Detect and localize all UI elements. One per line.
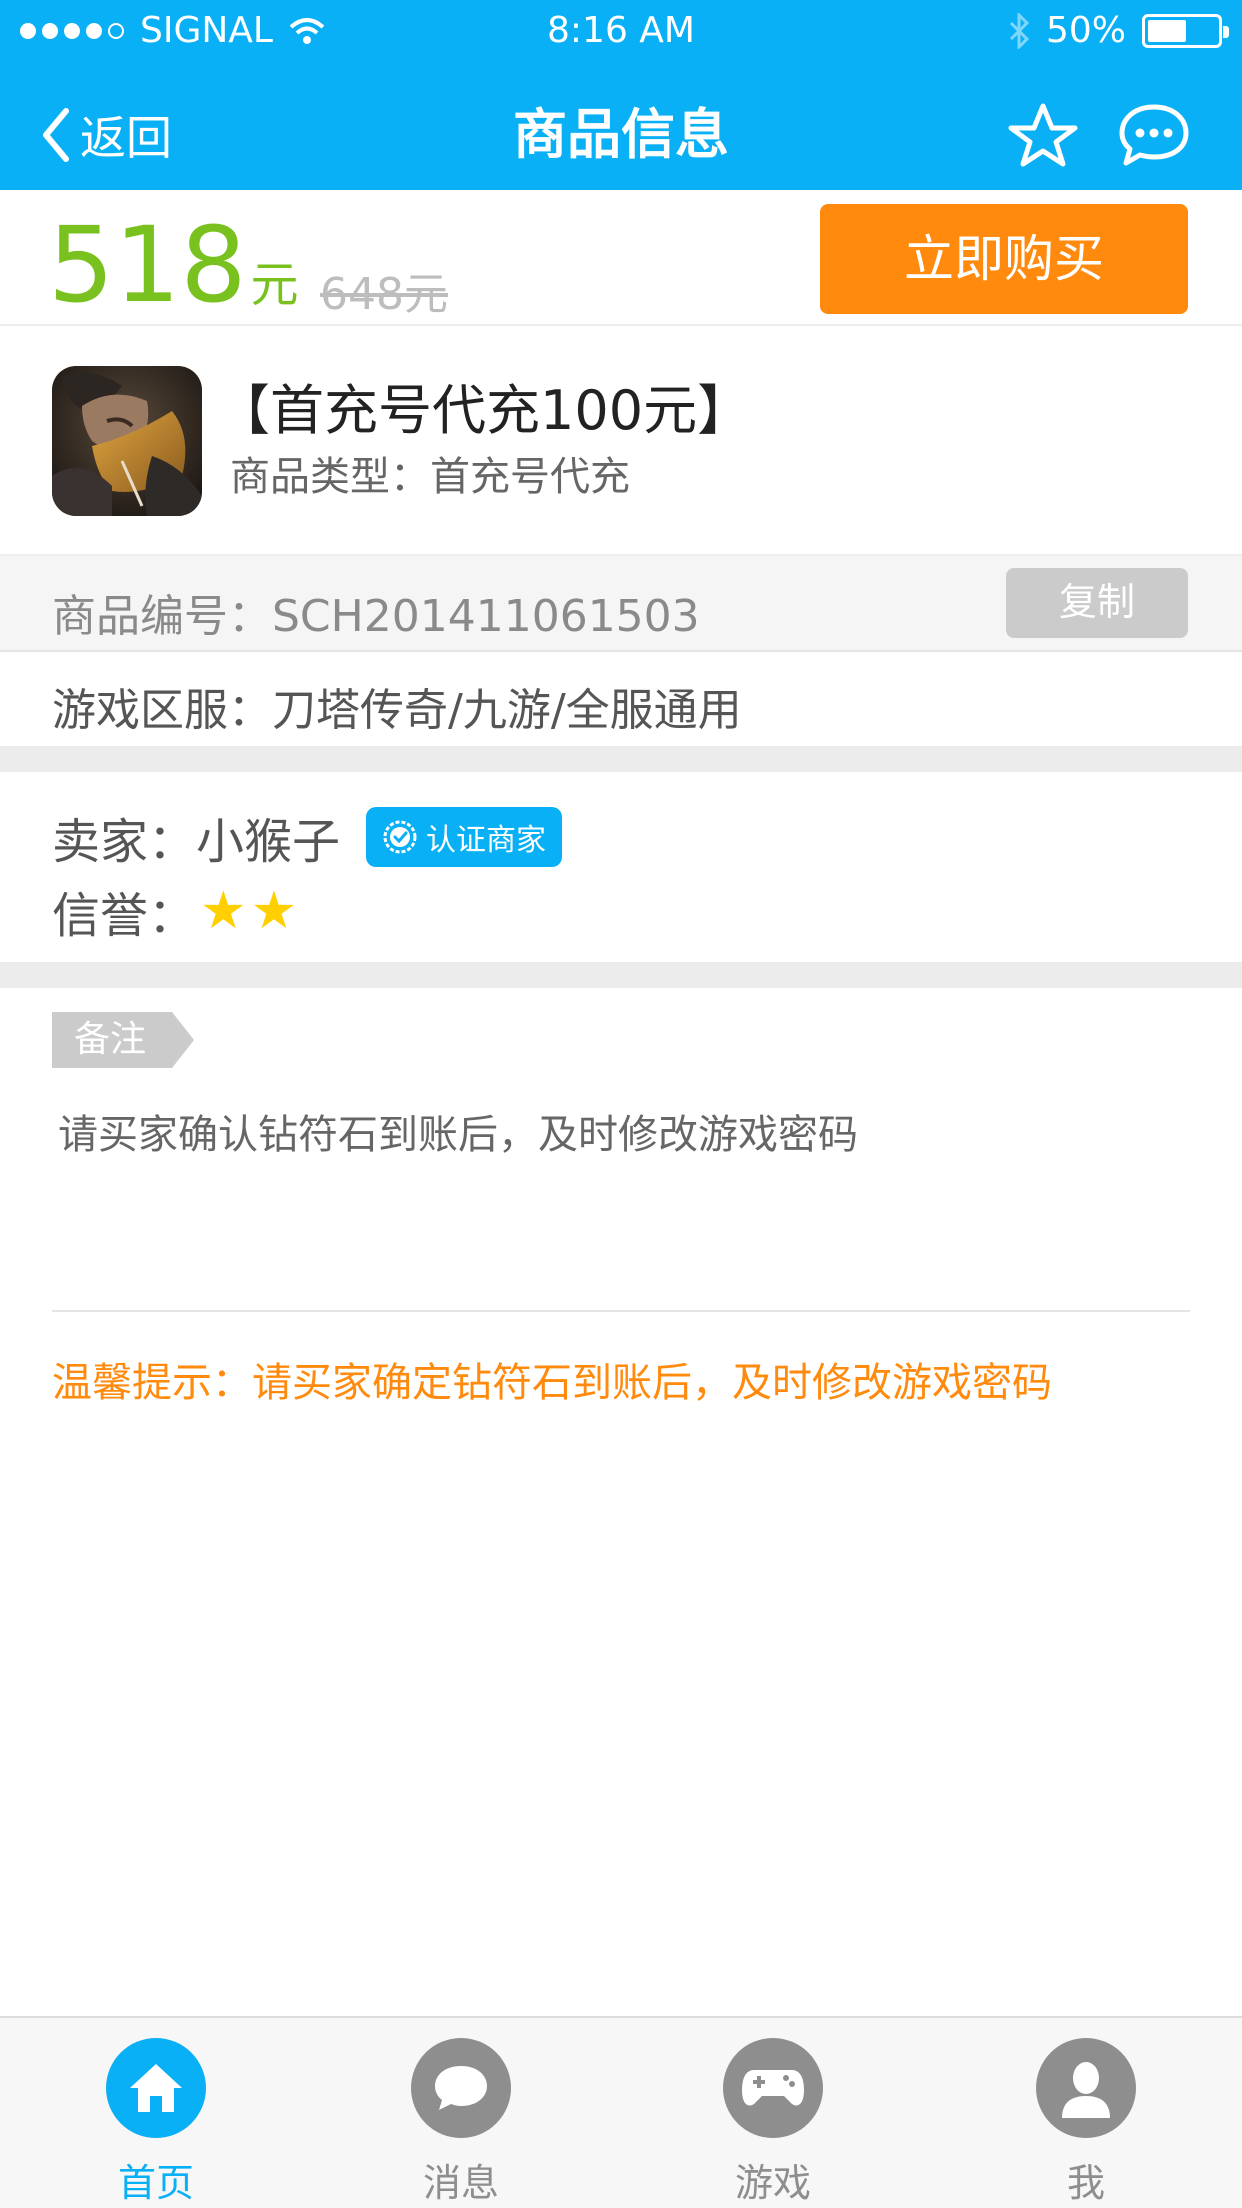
tab-home-label: 首页 xyxy=(117,2161,194,2205)
status-bar: SIGNAL 8:16 AM 50% xyxy=(0,0,1242,60)
price-bar: 518元 648元 立即购买 xyxy=(0,190,1242,326)
verified-check-icon xyxy=(383,820,417,854)
product-thumbnail xyxy=(52,366,202,516)
note-text: 请买家确认钻符石到账后，及时修改游戏密码 xyxy=(58,1112,858,1158)
user-icon xyxy=(1036,2038,1136,2138)
warm-tip: 温馨提示：请买家确定钻符石到账后，及时修改游戏密码 xyxy=(52,1360,1052,1406)
original-price: 648元 xyxy=(320,269,448,320)
product-type: 商品类型：首充号代充 xyxy=(230,454,630,500)
current-price-unit: 元 xyxy=(250,257,299,313)
battery-icon xyxy=(1142,13,1229,48)
note-tag: 备注 xyxy=(52,1012,194,1068)
game-server-row: 游戏区服：刀塔传奇/九游/全服通用 xyxy=(0,652,1242,746)
tab-messages[interactable]: 消息 xyxy=(361,2038,561,2207)
gamepad-icon xyxy=(723,2038,823,2138)
nav-actions xyxy=(1008,80,1192,190)
tab-me[interactable]: 我 xyxy=(986,2038,1186,2207)
current-price-value: 518 xyxy=(48,204,247,326)
chat-icon[interactable] xyxy=(1118,103,1192,167)
section-divider xyxy=(0,962,1242,988)
tab-me-label: 我 xyxy=(1066,2161,1105,2205)
buy-now-button[interactable]: 立即购买 xyxy=(820,204,1188,314)
seller-line: 卖家：小猴子 认证商家 xyxy=(52,802,563,872)
seller-name: 卖家：小猴子 xyxy=(52,814,341,870)
nav-bar: 返回 商品信息 xyxy=(0,80,1242,190)
credit-stars: ★★ xyxy=(200,881,302,941)
tab-messages-label: 消息 xyxy=(422,2161,499,2205)
copy-button[interactable]: 复制 xyxy=(1006,568,1188,638)
favorite-star-icon[interactable] xyxy=(1008,102,1078,168)
header: SIGNAL 8:16 AM 50% 返回 商品信息 xyxy=(0,0,1242,190)
badge-label: 认证商家 xyxy=(426,823,547,858)
current-price: 518元 xyxy=(48,210,299,340)
credit-label: 信誉： xyxy=(52,888,197,944)
section-divider xyxy=(0,746,1242,772)
note-section: 备注 请买家确认钻符石到账后，及时修改游戏密码 温馨提示：请买家确定钻符石到账后… xyxy=(0,988,1242,1408)
home-icon xyxy=(106,2038,206,2138)
bluetooth-icon xyxy=(1009,12,1030,49)
tab-games-label: 游戏 xyxy=(734,2161,811,2205)
credit-line: 信誉： ★★ xyxy=(52,876,301,946)
verified-merchant-badge: 认证商家 xyxy=(366,807,563,867)
tab-games[interactable]: 游戏 xyxy=(673,2038,873,2207)
battery-percent: 50% xyxy=(1045,10,1126,51)
tab-bar: 首页 消息 游戏 我 xyxy=(0,2016,1242,2208)
product-code-row: 商品编号：SCH201411061503 复制 xyxy=(0,556,1242,652)
seller-info: 卖家：小猴子 认证商家 信誉： ★★ xyxy=(0,772,1242,962)
game-server: 游戏区服：刀塔传奇/九游/全服通用 xyxy=(52,685,742,736)
note-divider xyxy=(52,1310,1190,1312)
product-info: 【首充号代充100元】 商品类型：首充号代充 xyxy=(0,326,1242,556)
status-right: 50% xyxy=(1008,10,1229,51)
tab-home[interactable]: 首页 xyxy=(56,2038,256,2207)
product-code: 商品编号：SCH201411061503 xyxy=(52,591,700,642)
message-icon xyxy=(411,2038,511,2138)
product-name: 【首充号代充100元】 xyxy=(216,379,752,442)
